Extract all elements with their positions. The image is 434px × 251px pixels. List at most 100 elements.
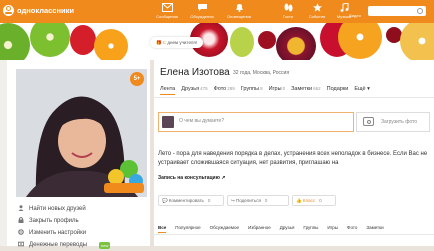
orange-slice-image — [94, 29, 128, 60]
feed-tab-discussed[interactable]: Обсуждаемое — [210, 225, 239, 233]
search-icon — [417, 8, 423, 14]
tab-games[interactable]: Игры0 — [269, 86, 286, 95]
lock-icon — [17, 217, 25, 225]
upload-photo-button[interactable]: Загрузить фото — [356, 112, 430, 132]
profile-main: Елена Изотова 32 года, Москва, Россия Ле… — [154, 60, 434, 246]
site-logo[interactable]: одноклассники — [3, 5, 74, 16]
find-friends-label: Найти новых друзей — [29, 206, 86, 212]
top-navigation-bar: одноклассники Сообщения Обсуждения Опове… — [0, 0, 434, 23]
money-transfers-link[interactable]: Денежные переводы new — [17, 239, 111, 251]
tab-games-count: 0 — [282, 86, 286, 91]
find-friends-link[interactable]: Найти новых друзей — [17, 203, 110, 215]
profile-tabs: Лента Друзья475 Фото289 Группы8 Игры0 За… — [160, 86, 370, 95]
tab-photos[interactable]: Фото289 — [214, 86, 235, 95]
status-composer[interactable]: О чем вы думаете? — [158, 112, 354, 132]
close-profile-label: Закрыть профиль — [29, 218, 79, 224]
tab-notes-count: 662 — [313, 86, 321, 91]
profile-sidebar: 5+ Найти новых друзей Закрыть профиль Из… — [7, 60, 150, 249]
close-profile-link[interactable]: Закрыть профиль — [17, 215, 110, 227]
ok-logo-icon — [3, 5, 14, 16]
feed-tab-favorites[interactable]: Избранное — [248, 225, 271, 233]
post-link[interactable]: Запись на консультацию ↗ — [158, 175, 225, 181]
tab-feed[interactable]: Лента — [160, 86, 176, 95]
tab-groups[interactable]: Группы8 — [241, 86, 263, 95]
tab-friends[interactable]: Друзья475 — [181, 86, 207, 95]
feed-filter-tabs: Все Популярное Обсуждаемое Избранное Дру… — [158, 225, 384, 233]
profile-actions-list: Найти новых друзей Закрыть профиль Измен… — [17, 203, 111, 251]
nav-notifications-label: Оповещения — [227, 14, 251, 19]
site-logo-text: одноклассники — [17, 6, 74, 15]
comment-button[interactable]: 💬 Комментировать 0 — [158, 195, 224, 206]
profile-photo[interactable]: 5+ — [16, 69, 147, 197]
like-icon: 👍 — [296, 197, 302, 203]
money-transfers-label: Денежные переводы — [29, 242, 88, 248]
gift-icon: 🎁 — [156, 40, 162, 45]
settings-label: Изменить настройки — [29, 230, 87, 236]
tab-notes-label: Заметки — [291, 86, 313, 92]
pear-image — [230, 27, 254, 57]
user-icon — [17, 205, 25, 213]
composer-avatar — [162, 116, 174, 128]
kiwi-image — [30, 23, 70, 57]
profile-cover-banner — [0, 23, 434, 60]
feed-tab-groups[interactable]: Группы — [303, 225, 318, 233]
orange-slice-image — [338, 23, 382, 59]
composer-placeholder: О чем вы думаете? — [179, 118, 225, 124]
profile-name: Елена Изотова — [160, 67, 230, 78]
star-icon — [312, 3, 323, 12]
holiday-gift-badge[interactable]: 🎁 С днем учителя! — [150, 37, 204, 48]
nav-video[interactable]: Видео — [340, 13, 370, 18]
post-text: Лето - пора для наведения порядка в дела… — [158, 151, 428, 166]
like-count: 0 — [319, 198, 322, 203]
upload-photo-label: Загрузить фото — [381, 119, 418, 125]
envelope-icon — [161, 3, 173, 12]
share-count: 0 — [264, 198, 268, 203]
bell-icon — [234, 3, 245, 12]
tab-photos-label: Фото — [213, 86, 227, 92]
share-button[interactable]: ↪ Поделиться 0 — [227, 195, 289, 206]
tab-friends-count: 475 — [200, 86, 208, 91]
camera-icon — [363, 117, 374, 126]
tab-feed-label: Лента — [160, 86, 176, 92]
feed-tab-all[interactable]: Все — [158, 225, 167, 233]
feed-tab-notes[interactable]: Заметки — [366, 225, 383, 233]
comment-icon: 💬 — [162, 197, 168, 203]
nav-messages[interactable]: Сообщения — [150, 3, 184, 19]
gear-icon — [17, 229, 25, 237]
like-label: Класс — [302, 198, 316, 203]
nav-notifications[interactable]: Оповещения — [222, 3, 256, 19]
citrus-image — [400, 23, 434, 60]
nav-discussions[interactable]: Обсуждения — [185, 3, 219, 19]
tab-notes[interactable]: Заметки662 — [291, 86, 321, 95]
cherry-image — [258, 31, 276, 49]
feed-divider — [154, 234, 434, 235]
comment-label: Комментировать — [168, 198, 204, 203]
post-actions: 💬 Комментировать 0 ↪ Поделиться 0 👍 Класс 0 — [158, 195, 430, 206]
share-icon: ↪ — [231, 197, 235, 203]
tab-gifts[interactable]: Подарки — [327, 86, 349, 95]
money-icon — [17, 241, 25, 249]
profile-meta: 32 года, Москва, Россия — [233, 70, 290, 76]
nav-discussions-label: Обсуждения — [190, 14, 214, 19]
comment-count: 0 — [207, 198, 211, 203]
tab-gifts-label: Подарки — [326, 86, 349, 92]
tab-games-label: Игры — [268, 86, 282, 92]
tabs-divider — [154, 97, 434, 98]
feed-tab-photos[interactable]: Фото — [347, 225, 357, 233]
settings-link[interactable]: Изменить настройки — [17, 227, 110, 239]
tab-groups-count: 8 — [260, 86, 263, 91]
feed-tab-friends[interactable]: Друзья — [280, 225, 295, 233]
feed-tab-popular[interactable]: Популярное — [175, 225, 200, 233]
holiday-gift-text: днем учителя! — [167, 40, 198, 45]
feed-tab-games[interactable]: Игры — [327, 225, 338, 233]
avatar-badge: 5+ — [130, 72, 144, 86]
tab-groups-label: Группы — [240, 86, 260, 92]
music-icon — [339, 2, 350, 12]
new-badge: new — [99, 241, 111, 249]
search-input[interactable] — [368, 6, 426, 16]
share-label: Поделиться — [236, 198, 261, 203]
strawberry-image — [70, 25, 96, 55]
like-class-button[interactable]: 👍 Класс 0 — [292, 195, 336, 206]
kiwi-image — [0, 23, 30, 60]
tab-more[interactable]: Ещё ▾ — [354, 86, 370, 95]
